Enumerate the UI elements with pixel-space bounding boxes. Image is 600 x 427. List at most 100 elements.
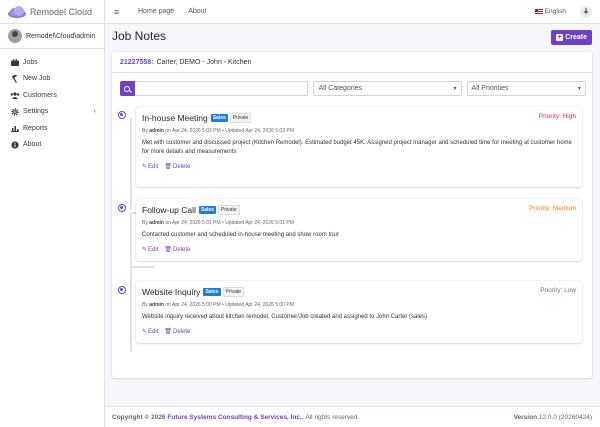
edit-button[interactable]: ✎ Edit — [142, 163, 159, 171]
note-actions: ✎ Edit 🗑 Delete — [142, 328, 576, 336]
job-number-link[interactable]: 21227558: — [120, 59, 153, 66]
private-badge: Private — [229, 113, 252, 123]
meta-dates: on Apr 24, 2026 5:00 PM • Updated Apr 24… — [165, 302, 294, 308]
delete-button[interactable]: 🗑 Delete — [164, 246, 191, 254]
job-header: 21227558: Carter, DEMO - John - Kitchen — [112, 52, 592, 73]
users-icon — [10, 92, 20, 99]
sidebar: Remodel Cloud Remodel\Cloud\admin Jobs N… — [0, 0, 105, 427]
hamburger-menu-icon[interactable]: ≡ — [114, 7, 124, 17]
timeline-line — [130, 292, 132, 352]
footer-copyright: Copyright © 2026 — [112, 413, 166, 421]
note-meta: By admin on Apr 24, 2026 5:00 PM • Updat… — [142, 302, 576, 308]
note-body: Contacted customer and scheduled in-hous… — [142, 232, 339, 238]
edit-button[interactable]: ✎ Edit — [142, 246, 159, 254]
note-body: Met with customer and discussed project … — [142, 140, 572, 155]
category-select[interactable]: All Categories ▾ — [313, 81, 462, 96]
sales-badge: Sales — [203, 288, 221, 296]
category-select-value: All Categories — [318, 85, 363, 92]
user-panel[interactable]: Remodel\Cloud\admin — [0, 24, 104, 49]
sidebar-item-new-job[interactable]: New Job — [0, 71, 104, 88]
note-body: Website inquiry received about kitchen r… — [142, 314, 428, 320]
download-icon[interactable] — [580, 5, 592, 18]
sidebar-item-jobs[interactable]: Jobs — [0, 54, 104, 71]
sidebar-item-label: Reports — [23, 124, 48, 132]
footer: Copyright © 2026 Future Systems Consulti… — [106, 406, 600, 427]
gear-icon — [10, 108, 20, 116]
note-card: In-house Meeting Sales Private Priority:… — [136, 107, 582, 187]
meta-dates: on Apr 24, 2026 5:01 PM • Updated Apr 24… — [165, 220, 294, 226]
note-meta: By admin on Apr 24, 2026 5:01 PM • Updat… — [142, 220, 576, 226]
nav-link-about[interactable]: About — [188, 8, 206, 15]
hammer-icon — [10, 74, 20, 83]
note-card: Follow-up Call Sales Private Priority: M… — [136, 199, 582, 261]
note-header: Follow-up Call Sales Private — [142, 205, 576, 215]
topbar: ≡ Home page About English — [106, 0, 600, 24]
info-icon — [10, 141, 20, 149]
timeline-dot — [118, 286, 126, 294]
meta-dates: on Apr 24, 2026 5:03 PM • Updated Apr 24… — [165, 128, 294, 134]
sales-badge: Sales — [210, 114, 228, 122]
pencil-icon: ✎ — [142, 247, 148, 253]
priority-label: Priority: Low — [540, 287, 576, 294]
delete-button[interactable]: 🗑 Delete — [164, 163, 191, 171]
sidebar-item-label: Customers — [23, 91, 57, 99]
meta-by: By — [142, 220, 148, 226]
meta-user: admin — [149, 302, 164, 308]
meta-by: By — [142, 128, 148, 134]
sidebar-item-label: About — [23, 141, 42, 149]
meta-user: admin — [149, 128, 164, 134]
delete-label: Delete — [173, 163, 191, 170]
edit-button[interactable]: ✎ Edit — [142, 328, 159, 336]
note-meta: By admin on Apr 24, 2026 5:03 PM • Updat… — [142, 128, 576, 134]
timeline-line — [130, 118, 132, 210]
chevron-left-icon: ‹ — [93, 108, 96, 116]
note-header: In-house Meeting Sales Private — [142, 113, 576, 123]
sidebar-item-about[interactable]: About — [0, 137, 104, 154]
pencil-icon: ✎ — [142, 164, 148, 170]
edit-label: Edit — [148, 328, 159, 335]
nav-link-home[interactable]: Home page — [138, 8, 174, 15]
sidebar-item-label: Settings — [23, 108, 49, 116]
job-notes-card: 21227558: Carter, DEMO - John - Kitchen … — [112, 52, 592, 378]
footer-company-link[interactable]: Future Systems Consulting & Services, In… — [167, 414, 303, 421]
us-flag-icon — [534, 9, 543, 14]
version-value: 12.0.0 (20260424) — [538, 413, 592, 421]
sidebar-item-reports[interactable]: Reports — [0, 120, 104, 137]
edit-label: Edit — [148, 163, 159, 170]
footer-version: Version 12.0.0 (20260424) — [514, 414, 592, 421]
meta-by: By — [142, 302, 148, 308]
version-label: Version — [513, 413, 538, 421]
delete-label: Delete — [173, 246, 191, 253]
sidebar-item-label: New Job — [23, 75, 51, 83]
sales-badge: Sales — [198, 206, 216, 214]
priority-select[interactable]: All Priorities ▾ — [466, 81, 587, 96]
job-name: Carter, DEMO - John - Kitchen — [156, 58, 252, 66]
create-button[interactable]: + Create — [551, 30, 592, 45]
trash-icon: 🗑 — [164, 329, 172, 335]
cloud-logo-icon — [8, 5, 26, 18]
meta-user: admin — [149, 220, 164, 226]
brand-name: Remodel Cloud — [30, 6, 93, 17]
timeline-connector — [130, 266, 154, 268]
avatar — [8, 29, 22, 43]
search-button[interactable] — [120, 81, 135, 96]
brand[interactable]: Remodel Cloud — [0, 0, 104, 24]
priority-label: Priority: High — [538, 113, 576, 120]
edit-label: Edit — [148, 246, 159, 253]
sidebar-item-label: Jobs — [23, 58, 38, 66]
pencil-icon: ✎ — [142, 329, 148, 335]
sidebar-item-customers[interactable]: Customers — [0, 87, 104, 104]
delete-button[interactable]: 🗑 Delete — [164, 328, 190, 336]
language-selector[interactable]: English — [534, 8, 566, 15]
note-actions: ✎ Edit 🗑 Delete — [142, 246, 576, 254]
sidebar-item-settings[interactable]: Settings ‹ — [0, 104, 104, 121]
priority-select-value: All Priorities — [471, 85, 509, 92]
page-title: Job Notes — [112, 29, 167, 43]
priority-label: Priority: Medium — [529, 205, 576, 212]
plus-icon: + — [556, 34, 564, 41]
chevron-down-icon: ▾ — [578, 86, 582, 92]
sidebar-nav: Jobs New Job Customers Settings ‹ Report… — [0, 49, 104, 153]
chevron-down-icon: ▾ — [453, 86, 457, 92]
search-input[interactable] — [134, 81, 309, 96]
footer-rights: All rights reserved. — [305, 413, 360, 421]
